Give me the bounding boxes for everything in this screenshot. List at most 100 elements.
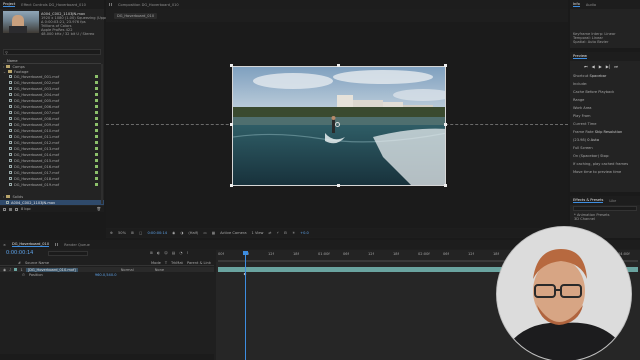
mask-icon[interactable]: ▢ xyxy=(139,231,142,235)
new-comp-icon[interactable] xyxy=(15,207,18,211)
transform-handle[interactable] xyxy=(337,64,340,67)
preview-setting-row[interactable]: Move time to preview time xyxy=(573,170,621,174)
graph-editor-icon[interactable]: ⌇ xyxy=(186,251,188,255)
list-item[interactable]: DG_Hoverboard_015.mxf xyxy=(3,158,98,163)
bpc-label[interactable]: 8 bpc xyxy=(21,207,31,211)
preview-setting-row[interactable]: Full Screen xyxy=(573,146,593,150)
list-item-selected[interactable]: A004_C002_1103JN.mov xyxy=(0,200,104,205)
last-frame-icon[interactable]: ⏭ xyxy=(614,64,618,69)
interpret-footage-icon[interactable] xyxy=(3,207,6,211)
list-item[interactable]: DG_Hoverboard_008.mxf xyxy=(3,116,98,121)
roi-icon[interactable]: ▭ xyxy=(203,231,206,235)
first-frame-icon[interactable]: ⏮ xyxy=(584,64,588,69)
tab-project[interactable]: Project xyxy=(3,2,16,7)
transform-handle[interactable] xyxy=(444,123,447,126)
prev-frame-icon[interactable]: ◀ xyxy=(592,64,595,69)
preview-setting-row[interactable]: Cache Before Playback xyxy=(573,90,614,94)
property-value[interactable]: 960.0,540.0 xyxy=(95,273,117,277)
tab-libraries[interactable]: Libr xyxy=(609,199,616,203)
list-item[interactable]: DG_Hoverboard_011.mxf xyxy=(3,134,98,139)
tab-info[interactable]: Info xyxy=(573,2,580,7)
list-item[interactable]: DG_Hoverboard_012.mxf xyxy=(3,140,98,145)
layer-name[interactable]: [DG_Hoverboard_010.mxf] xyxy=(25,267,78,272)
col-parent[interactable]: Parent & Link xyxy=(187,261,211,265)
transform-handle[interactable] xyxy=(444,64,447,67)
column-name-header[interactable]: Name xyxy=(7,59,18,63)
views-select[interactable]: 1 View xyxy=(252,231,264,235)
preview-setting-row[interactable]: (23.98) 0 Auto xyxy=(573,138,599,142)
property-row[interactable]: ⏱ Position 960.0,540.0 xyxy=(0,272,214,277)
flowchart-icon[interactable]: ⊟ xyxy=(284,231,287,235)
zoom-select[interactable]: 50% xyxy=(118,231,126,235)
col-t[interactable]: T xyxy=(165,261,167,265)
effects-search-input[interactable] xyxy=(573,206,637,211)
label-color[interactable] xyxy=(14,268,18,271)
tab-preview[interactable]: Preview xyxy=(573,54,587,59)
list-item[interactable]: DG_Hoverboard_018.mxf xyxy=(3,176,98,181)
transform-handle[interactable] xyxy=(230,123,233,126)
layer-parent[interactable]: None xyxy=(155,268,164,272)
comp-subtab[interactable]: DG_Hoverboard_010 xyxy=(114,13,158,19)
tab-timeline-comp[interactable]: DG_Hoverboard_010 xyxy=(12,242,50,247)
snapshot-icon[interactable]: ◉ xyxy=(172,231,175,235)
preview-setting-row[interactable]: Work Area xyxy=(573,106,592,110)
timeline-timecode[interactable]: 0:00:00:14 xyxy=(6,250,33,256)
resolution-select[interactable]: (Half) xyxy=(188,231,198,235)
preview-setting-row[interactable]: Range xyxy=(573,98,584,102)
preview-setting-row[interactable]: Current Time xyxy=(573,122,596,126)
viewer-area[interactable] xyxy=(106,22,568,228)
eye-icon[interactable]: ◉ xyxy=(3,268,6,272)
reset-exposure-icon[interactable]: ✳ xyxy=(292,231,295,235)
transform-handle[interactable] xyxy=(230,184,233,187)
list-item[interactable]: DG_Hoverboard_016.mxf xyxy=(3,164,98,169)
preview-setting-row[interactable]: Include: xyxy=(573,82,587,86)
list-item[interactable]: DG_Hoverboard_014.mxf xyxy=(3,152,98,157)
project-scrollbar[interactable] xyxy=(101,64,103,204)
list-item[interactable]: DG_Hoverboard_004.mxf xyxy=(3,92,98,97)
project-search-input[interactable]: ⚲ xyxy=(3,49,101,55)
menu-icon[interactable] xyxy=(109,3,112,6)
anchor-point[interactable] xyxy=(335,122,340,127)
tab-effect-controls[interactable]: Effect Controls DG_Hoverboard_010 xyxy=(21,3,86,7)
list-item[interactable]: DG_Hoverboard_009.mxf xyxy=(3,122,98,127)
audio-icon[interactable]: ♪ xyxy=(9,268,11,272)
next-frame-icon[interactable]: ▶| xyxy=(606,64,610,69)
preview-setting-row[interactable]: Play From xyxy=(573,114,591,118)
new-folder-icon[interactable] xyxy=(9,207,12,211)
timeline-search-input[interactable] xyxy=(48,251,88,256)
preview-setting-row[interactable]: If caching, play cached frames xyxy=(573,162,628,166)
exposure-value[interactable]: +0.0 xyxy=(300,231,309,235)
list-item[interactable]: DG_Hoverboard_013.mxf xyxy=(3,146,98,151)
stopwatch-icon[interactable]: ⏱ xyxy=(22,273,25,277)
tab-render-queue[interactable]: Render Queue xyxy=(64,243,90,247)
list-item[interactable]: DG_Hoverboard_001.mxf xyxy=(3,74,98,79)
transform-handle[interactable] xyxy=(444,184,447,187)
draft-3d-icon[interactable]: ◐ xyxy=(157,251,160,255)
toggle-icon[interactable]: ⇄ xyxy=(269,231,272,235)
list-item[interactable]: DG_Hoverboard_019.mxf xyxy=(3,182,98,187)
transparency-icon[interactable]: ▦ xyxy=(212,231,215,235)
list-item[interactable]: DG_Hoverboard_003.mxf xyxy=(3,86,98,91)
preview-setting-row[interactable]: Frame Rate Skip Resolution xyxy=(573,130,622,134)
transform-handle[interactable] xyxy=(337,184,340,187)
col-mode[interactable]: Mode xyxy=(151,261,161,265)
fast-preview-icon[interactable]: ⚡ xyxy=(277,231,280,235)
list-item[interactable]: DG_Hoverboard_002.mxf xyxy=(3,80,98,85)
list-item[interactable]: DG_Hoverboard_007.mxf xyxy=(3,110,98,115)
list-item[interactable]: DG_Hoverboard_006.mxf xyxy=(3,104,98,109)
list-item[interactable]: DG_Hoverboard_010.mxf xyxy=(3,128,98,133)
tab-audio[interactable]: Audio xyxy=(586,3,596,7)
tab-composition[interactable]: Composition DG_Hoverboard_010 xyxy=(118,3,179,7)
shy-icon[interactable]: ☺ xyxy=(164,251,168,255)
list-item[interactable]: DG_Hoverboard_017.mxf xyxy=(3,170,98,175)
preview-setting-row[interactable]: Shortcut Spacebar xyxy=(573,74,606,78)
layer-mode[interactable]: Normal xyxy=(121,268,134,272)
magnify-icon[interactable]: ⊕ xyxy=(110,231,113,235)
preview-setting-row[interactable]: On (Spacebar) Stop: xyxy=(573,154,610,158)
col-trkmat[interactable]: TrkMat xyxy=(171,261,183,265)
comp-flowchart-icon[interactable]: ⊞ xyxy=(150,251,153,255)
tab-effects-presets[interactable]: Effects & Presets xyxy=(573,198,604,203)
menu-icon[interactable] xyxy=(55,243,59,246)
transform-handle[interactable] xyxy=(230,64,233,67)
list-item[interactable]: › Solids xyxy=(3,194,98,199)
